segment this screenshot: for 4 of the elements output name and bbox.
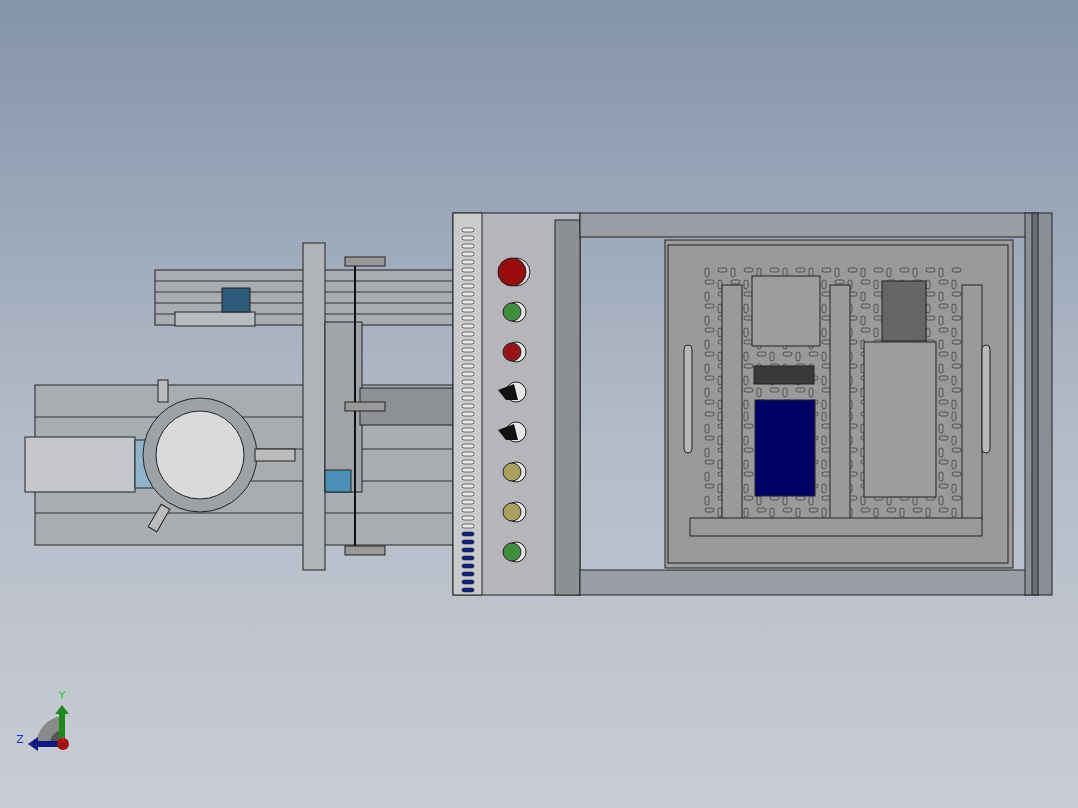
axis-label: Y (58, 689, 66, 702)
axis-label: Z (16, 733, 24, 746)
x-axis-ball-icon (57, 738, 69, 750)
bracket-drawing (221, 287, 251, 313)
